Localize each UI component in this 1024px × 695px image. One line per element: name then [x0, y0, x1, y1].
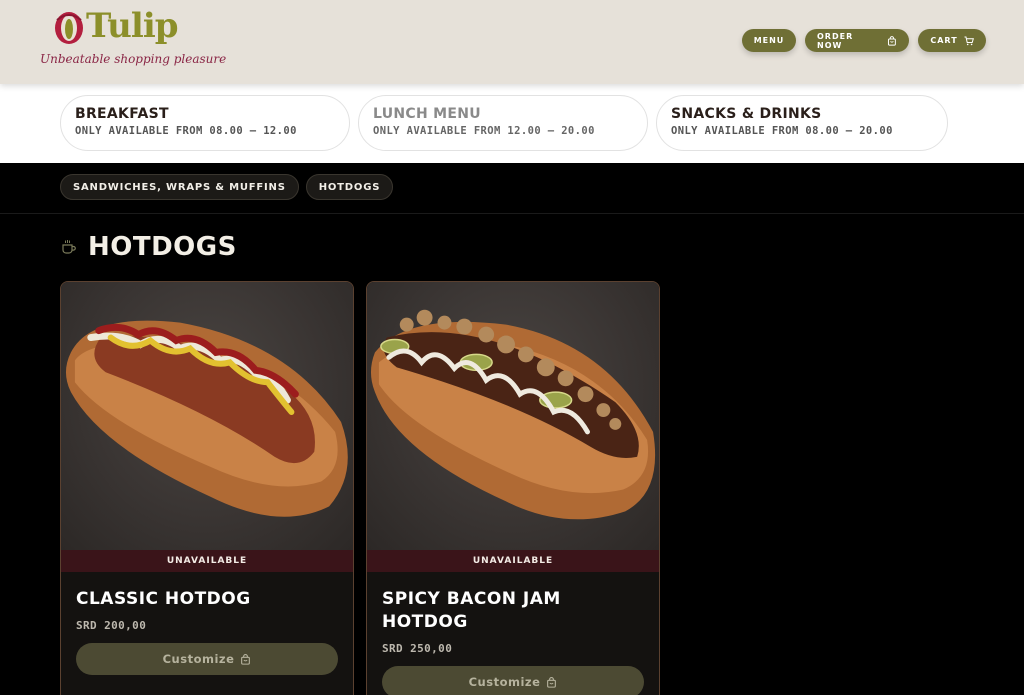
cart-button[interactable]: CART [918, 29, 986, 52]
product-card-spicy-bacon-jam-hotdog[interactable]: UNAVAILABLE SPICY BACON JAM HOTDOG SRD 2… [366, 281, 660, 695]
section-title: HOTDOGS [88, 232, 237, 262]
availability-badge: UNAVAILABLE [367, 550, 659, 572]
divider [0, 213, 1024, 214]
site-header: Tulip Unbeatable shopping pleasure MENU … [0, 0, 1024, 84]
top-nav: MENU ORDER NOW CART [742, 29, 986, 52]
bag-icon [888, 35, 897, 46]
product-image [61, 282, 353, 550]
hotdog-image [65, 320, 348, 517]
customize-label: Customize [468, 675, 541, 689]
customize-label: Customize [162, 652, 235, 666]
menu-button-label: MENU [753, 36, 785, 45]
menu-tab-title: SNACKS & DRINKS [671, 106, 822, 122]
menu-tab-lunch[interactable]: LUNCH MENU ONLY AVAILABLE FROM 12.00 – 2… [358, 95, 648, 151]
product-name: SPICY BACON JAM HOTDOG [382, 589, 561, 632]
availability-badge: UNAVAILABLE [61, 550, 353, 572]
order-now-button[interactable]: ORDER NOW [805, 29, 909, 52]
section-heading: HOTDOGS [60, 232, 237, 262]
menu-tab-hours: ONLY AVAILABLE FROM 08.00 – 20.00 [671, 125, 893, 137]
menu-tab-hours: ONLY AVAILABLE FROM 08.00 – 12.00 [75, 125, 297, 137]
logo-tagline: Unbeatable shopping pleasure [40, 52, 227, 66]
customize-button[interactable]: Customize [76, 643, 338, 675]
cart-icon [964, 36, 974, 45]
product-price: SRD 200,00 [76, 619, 147, 632]
menu-tab-snacks-drinks[interactable]: SNACKS & DRINKS ONLY AVAILABLE FROM 08.0… [656, 95, 948, 151]
logo-wordmark: Tulip [86, 6, 179, 46]
bag-icon [547, 676, 557, 688]
product-price: SRD 250,00 [382, 642, 453, 655]
product-name: CLASSIC HOTDOG [76, 589, 251, 609]
menu-tab-title: LUNCH MENU [373, 106, 481, 122]
category-chip-sandwiches[interactable]: SANDWICHES, WRAPS & MUFFINS [60, 174, 299, 200]
menu-tab-title: BREAKFAST [75, 106, 169, 122]
product-card-classic-hotdog[interactable]: UNAVAILABLE CLASSIC HOTDOG SRD 200,00 Cu… [60, 281, 354, 695]
menu-button[interactable]: MENU [742, 29, 796, 52]
tulip-logo[interactable]: Tulip Unbeatable shopping pleasure [38, 6, 226, 76]
hotdog-image [370, 309, 656, 520]
product-image [367, 282, 659, 550]
coffee-cup-icon [62, 240, 76, 254]
menu-selector: BREAKFAST ONLY AVAILABLE FROM 08.00 – 12… [0, 84, 1024, 163]
bag-icon [241, 653, 251, 665]
category-chip-hotdogs[interactable]: HOTDOGS [305, 174, 394, 200]
cart-button-label: CART [930, 36, 958, 45]
category-chips: SANDWICHES, WRAPS & MUFFINS HOTDOGS [60, 174, 394, 200]
menu-tab-hours: ONLY AVAILABLE FROM 12.00 – 20.00 [373, 125, 595, 137]
customize-button[interactable]: Customize [382, 666, 644, 695]
menu-tab-breakfast[interactable]: BREAKFAST ONLY AVAILABLE FROM 08.00 – 12… [60, 95, 350, 151]
order-now-label: ORDER NOW [817, 31, 854, 50]
tulip-flower-icon [55, 12, 83, 44]
